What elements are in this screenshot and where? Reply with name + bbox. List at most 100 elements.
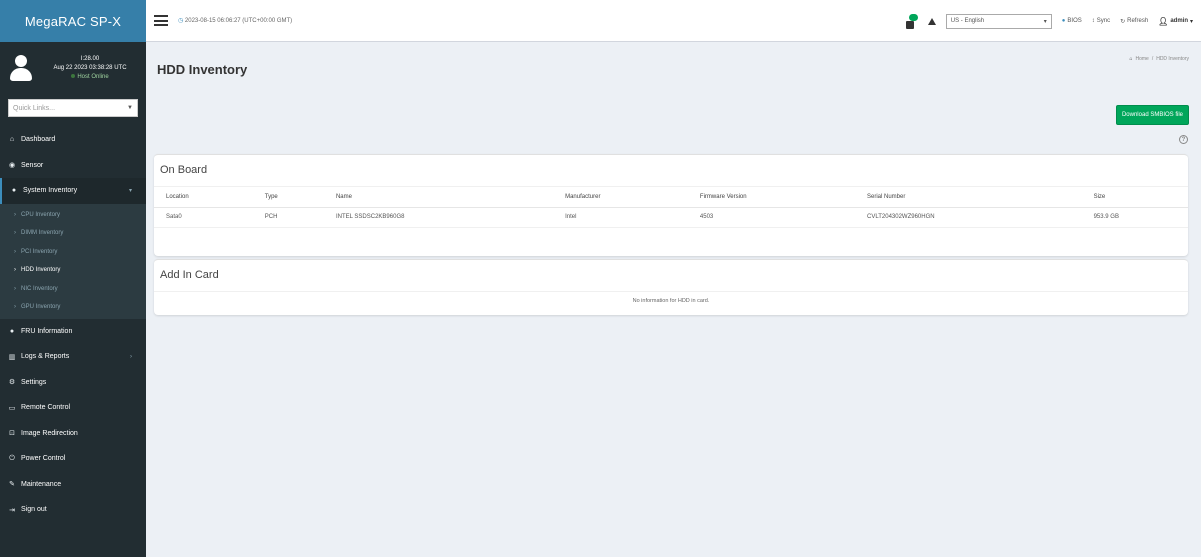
page-title: HDD Inventory [157,62,248,77]
chevron-right-icon: › [14,285,16,292]
sidebar-item-fru-information[interactable]: ● FRU Information [0,319,146,345]
language-select[interactable]: US - English ▾ [945,13,1052,29]
datetime-text: 2023-08-15 06:06:27 (UTC+00:00 GMT) [184,18,293,24]
clock-icon: ◷ [178,18,184,24]
inventory-icon: ● [11,187,17,195]
sidebar-item-power-control[interactable]: ⏻ Power Control [0,446,146,472]
quick-links-placeholder: Quick Links... [13,104,56,112]
sidebar-item-remote-control[interactable]: ▭ Remote Control [0,395,146,421]
onboard-panel: On Board Location Type Name Manufacturer Fir… [154,154,1188,256]
sidebar-item-label: System Inventory [23,187,78,195]
onboard-title: On Board [154,155,1188,187]
column-header: Firmware Version [687,187,855,208]
breadcrumb-home[interactable]: Home [1135,56,1148,62]
network-status-icon[interactable] [905,13,918,29]
refresh-label: Refresh [1127,18,1149,24]
table-cell: INTEL SSDSC2KB960G8 [323,207,554,228]
user-info-line2: Aug 22 2023 03:38:28 UTC [53,64,127,71]
column-header: Manufacturer [553,187,688,208]
submenu-item-dimm-inventory[interactable]: › DIMM Inventory [0,224,146,243]
user-menu[interactable]: 👤︎ admin ▾ [1158,17,1193,26]
table-header-row: Location Type Name Manufacturer Firmware Ver… [154,187,1188,208]
warning-icon[interactable] [927,17,936,25]
submenu-item-label: DIMM Inventory [21,230,64,237]
submenu-item-pci-inventory[interactable]: › PCI Inventory [0,243,146,262]
submenu-item-hdd-inventory[interactable]: › HDD Inventory [0,261,146,280]
top-right-controls: US - English ▾ ● BIOS ↕ Sync ↻ Refresh 👤… [905,0,1193,42]
sync-label: Sync [1096,18,1111,24]
sidebar-item-dashboard[interactable]: ⌂ Dashboard [0,127,146,153]
refresh-button[interactable]: ↻ Refresh [1120,18,1148,25]
column-header: Serial Number [855,187,1082,208]
host-status: Host Online [42,73,138,82]
expand-arrow-icon: ▾ [128,188,132,195]
column-header: Name [323,187,554,208]
chevron-right-icon: › [14,248,16,255]
sidebar-item-sensor[interactable]: ◉ Sensor [0,153,146,179]
sidebar-item-label: FRU Information [21,327,73,335]
onboard-table: Location Type Name Manufacturer Firmware Ver… [154,187,1188,228]
sidebar-item-logs-reports[interactable]: ▥ Logs & Reports › [0,344,146,370]
breadcrumb: ⌂ Home / HDD Inventory [1129,56,1189,62]
settings-icon: ⚙ [8,379,16,387]
user-icon: 👤︎ [1158,16,1169,26]
bios-link[interactable]: ● BIOS [1062,18,1082,24]
bios-icon: ● [1061,18,1066,24]
power-icon: ⏻ [9,454,15,462]
column-header: Type [252,187,324,208]
chevron-right-icon: › [14,267,16,274]
quick-links-select[interactable]: Quick Links... ▼ [8,99,138,117]
breadcrumb-separator: / [1151,56,1154,62]
submenu-item-gpu-inventory[interactable]: › GPU Inventory [0,298,146,317]
chevron-down-icon: ▾ [1189,18,1193,25]
logs-icon: ▥ [8,353,16,361]
fru-icon: ● [9,327,15,335]
refresh-icon: ↻ [1120,18,1126,25]
sidebar-item-sign-out[interactable]: ⇥ Sign out [0,497,146,523]
sync-icon: ↕ [1091,18,1095,24]
help-icon[interactable]: ? [1179,135,1188,144]
current-datetime: ◷ 2023-08-15 06:06:27 (UTC+00:00 GMT) [178,17,292,24]
sync-button[interactable]: ↕ Sync [1092,18,1110,24]
sensor-icon: ◉ [8,162,16,170]
user-info-line1: I:28.00 [80,55,100,62]
chevron-down-icon: ▼ [127,105,133,111]
sidebar-item-label: Sign out [21,506,47,514]
sidebar-item-label: Logs & Reports [21,353,70,361]
dashboard-icon: ⌂ [9,136,15,144]
top-navbar: ◷ 2023-08-15 06:06:27 (UTC+00:00 GMT) US… [146,0,1201,42]
sidebar: MegaRAC SP-X I:28.00 Aug 22 2023 03:38:2… [0,0,146,557]
submenu-item-cpu-inventory[interactable]: › CPU Inventory [0,206,146,225]
sidebar-item-label: Dashboard [21,136,56,144]
chevron-down-icon: ▾ [1043,18,1047,25]
chevron-right-icon: › [14,211,16,218]
submenu-item-label: CPU Inventory [21,211,61,218]
sidebar-item-system-inventory[interactable]: ● System Inventory ▾ [0,178,146,204]
user-panel: I:28.00 Aug 22 2023 03:38:28 UTC Host On… [0,42,146,94]
download-smbios-button[interactable]: Download SMBIOS file [1115,105,1189,125]
chevron-right-icon: › [14,230,16,237]
wrench-icon: ✎ [9,481,15,489]
table-cell: 953.9 GB [1081,207,1188,228]
language-value: US - English [950,18,985,24]
table-row: Sata0 PCH INTEL SSDSC2KB960G8 Intel 4503 CVLT… [154,207,1188,228]
submenu-item-nic-inventory[interactable]: › NIC Inventory [0,280,146,299]
table-cell: CVLT204302WZ960HGN [855,207,1082,228]
sidebar-item-maintenance[interactable]: ✎ Maintenance [0,472,146,498]
image-redirection-icon: ⊡ [9,430,15,438]
submenu-item-label: GPU Inventory [21,304,61,311]
addin-title: Add In Card [154,260,1188,292]
table-cell: PCH [252,207,324,228]
table-cell: 4503 [687,207,855,228]
column-header: Size [1081,187,1188,208]
menu-toggle-icon[interactable] [154,15,168,26]
bios-label: BIOS [1067,18,1082,24]
home-icon[interactable]: ⌂ [1129,56,1132,62]
sidebar-item-image-redirection[interactable]: ⊡ Image Redirection [0,421,146,447]
sidebar-item-label: Remote Control [21,404,71,412]
sidebar-item-settings[interactable]: ⚙ Settings [0,370,146,396]
brand-logo[interactable]: MegaRAC SP-X [0,0,146,42]
chevron-right-icon: › [14,304,16,311]
user-info: I:28.00 Aug 22 2023 03:38:28 UTC Host On… [42,55,138,82]
sidebar-item-label: Sensor [21,161,44,169]
